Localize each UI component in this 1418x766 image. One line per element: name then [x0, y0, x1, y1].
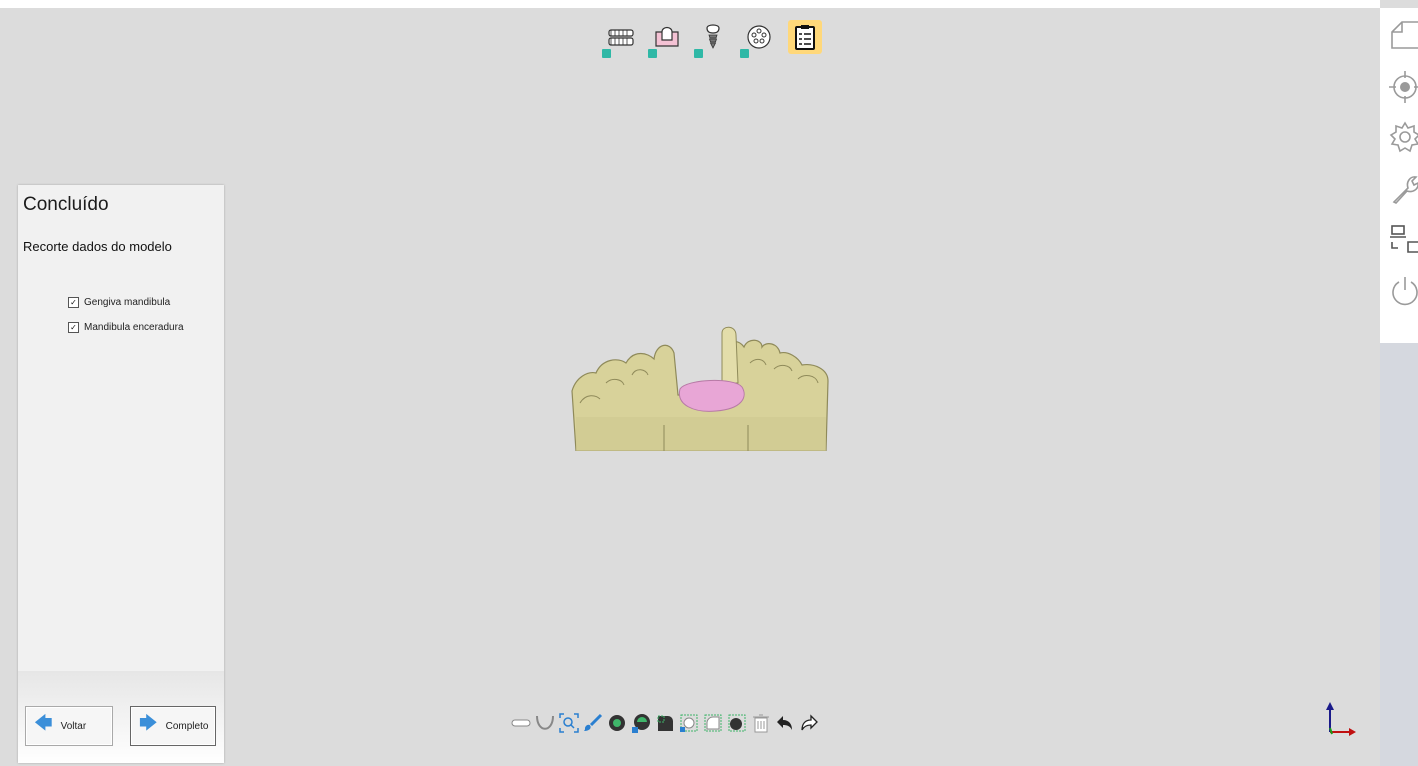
power-button[interactable]: [1388, 274, 1418, 308]
jaw-lower-button[interactable]: [534, 711, 555, 735]
dental-model[interactable]: [566, 313, 838, 451]
view-side-icon: [631, 714, 650, 733]
check-icon: [740, 49, 749, 58]
view-box3-button[interactable]: [726, 711, 747, 735]
jaw-upper-button[interactable]: [510, 711, 531, 735]
new-file-button[interactable]: [1388, 18, 1418, 52]
jaw-upper-icon: [511, 719, 530, 727]
settings-button[interactable]: [1388, 120, 1418, 154]
brush-icon: [583, 713, 602, 731]
implant-icon: [706, 24, 720, 49]
check-icon: [648, 49, 657, 58]
view-box3-icon: [728, 714, 745, 732]
checkbox-label: Gengiva mandibula: [84, 297, 171, 308]
undo-button[interactable]: [774, 711, 795, 735]
wrench-icon: [1392, 176, 1418, 204]
step-gengiva[interactable]: [648, 20, 684, 58]
back-label: Voltar: [60, 720, 87, 732]
panel-subtitle: Recorte dados do modelo: [23, 239, 172, 254]
view-box1-button[interactable]: [678, 711, 699, 735]
panel-title: Concluído: [23, 194, 109, 215]
clipboard-icon: [795, 25, 815, 50]
view-front-icon: [608, 715, 625, 731]
checkbox-gengiva[interactable]: ✓ Gengiva mandibula: [68, 297, 188, 308]
redo-button[interactable]: [798, 711, 819, 735]
arrow-left-icon: 🡄: [34, 713, 53, 733]
step-implante[interactable]: [694, 20, 730, 58]
checkbox-box[interactable]: ✓: [68, 322, 79, 333]
view-box2-icon: [704, 714, 721, 732]
teeth-icon: [608, 29, 634, 46]
side-panel: Concluído Recorte dados do modelo ✓ Geng…: [18, 185, 224, 763]
trash-icon: [752, 714, 769, 733]
gear-icon: [1389, 121, 1418, 153]
workflow-bar: [602, 20, 822, 58]
step-biblioteca[interactable]: [740, 20, 776, 58]
complete-label: Completo: [165, 720, 209, 732]
view-toolbar: [510, 711, 819, 735]
new-file-icon: [1391, 21, 1418, 49]
gingiva-icon: [655, 26, 679, 47]
step-dentes[interactable]: [602, 20, 638, 58]
power-icon: [1392, 277, 1418, 306]
right-sidebar-lower: [1380, 343, 1418, 766]
arrow-right-icon: 🡆: [139, 713, 158, 733]
zoom-fit-icon: [558, 713, 579, 733]
jaw-lower-icon: [535, 715, 554, 730]
layout-button[interactable]: [1388, 222, 1418, 256]
step-resumo[interactable]: [788, 20, 822, 54]
view-bottom-icon: [657, 715, 673, 731]
view-box2-button[interactable]: [702, 711, 723, 735]
layout-icon: [1390, 225, 1418, 253]
target-button[interactable]: [1388, 70, 1418, 104]
view-front-button[interactable]: [606, 711, 627, 735]
axis-indicator: [1326, 702, 1356, 736]
back-button[interactable]: 🡄 Voltar: [25, 706, 113, 746]
library-icon: [747, 25, 771, 49]
checkbox-mandibula[interactable]: ✓ Mandibula enceradura: [68, 322, 188, 333]
view-box1-icon: [679, 714, 697, 732]
complete-button[interactable]: 🡆 Completo: [130, 706, 216, 746]
view-bottom-button[interactable]: [654, 711, 675, 735]
checkbox-label: Mandibula enceradura: [84, 322, 184, 333]
brush-button[interactable]: [582, 711, 603, 735]
trash-button[interactable]: [750, 711, 771, 735]
tools-button[interactable]: [1388, 172, 1418, 206]
check-icon: [694, 49, 703, 58]
target-icon: [1389, 71, 1418, 103]
panel-body: Concluído Recorte dados do modelo ✓ Geng…: [18, 185, 224, 671]
redo-icon: [800, 714, 818, 731]
window-top-edge: [0, 0, 1380, 8]
view-side-button[interactable]: [630, 711, 651, 735]
checkbox-box[interactable]: ✓: [68, 297, 79, 308]
zoom-fit-button[interactable]: [558, 711, 579, 735]
check-icon: [602, 49, 611, 58]
undo-icon: [776, 716, 792, 730]
